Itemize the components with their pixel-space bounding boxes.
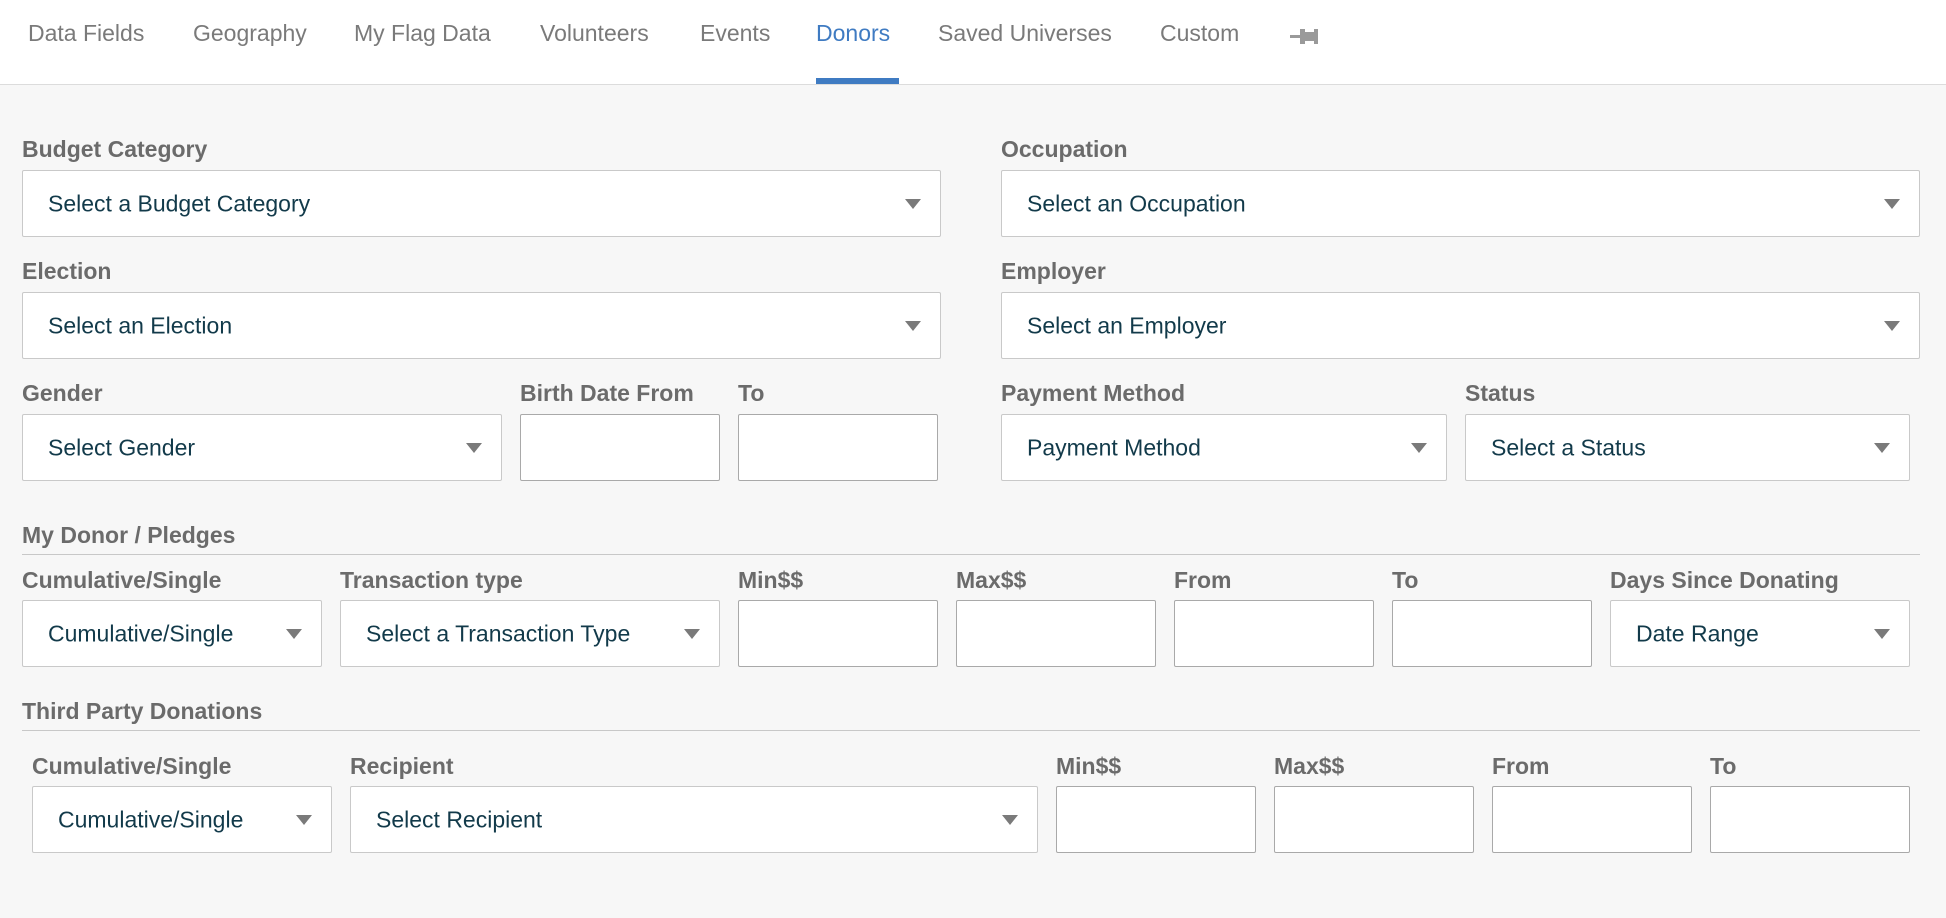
my-donor-from-label: From [1174, 567, 1232, 593]
employer-select[interactable]: Select an Employer [1001, 292, 1920, 359]
my-donor-cumulative-label: Cumulative/Single [22, 567, 222, 593]
election-select[interactable]: Select an Election [22, 292, 941, 359]
section-divider [22, 554, 1920, 555]
employer-value: Select an Employer [1027, 312, 1227, 338]
occupation-value: Select an Occupation [1027, 190, 1246, 216]
payment-method-select[interactable]: Payment Method [1001, 414, 1447, 481]
section-divider [22, 730, 1920, 731]
my-donor-max-label: Max$$ [956, 567, 1027, 593]
election-value: Select an Election [48, 312, 233, 338]
third-party-to-label: To [1710, 753, 1737, 779]
chevron-down-icon [905, 198, 921, 209]
election-label: Election [22, 258, 112, 284]
tab-my-flag-data[interactable]: My Flag Data [354, 20, 491, 47]
payment-method-label: Payment Method [1001, 380, 1186, 406]
days-since-label: Days Since Donating [1610, 567, 1839, 593]
chevron-down-icon [684, 628, 700, 639]
third-party-from-label: From [1492, 753, 1550, 779]
employer-label: Employer [1001, 258, 1106, 284]
status-value: Select a Status [1491, 434, 1646, 460]
chevron-down-icon [1884, 320, 1900, 331]
my-donor-from-input[interactable] [1174, 600, 1374, 667]
tab-events[interactable]: Events [700, 20, 770, 47]
chevron-down-icon [296, 814, 312, 825]
tab-bar: Data Fields Geography My Flag Data Volun… [0, 0, 1946, 85]
tab-geography[interactable]: Geography [193, 20, 307, 47]
chevron-down-icon [1874, 628, 1890, 639]
my-donor-min-input[interactable] [738, 600, 938, 667]
chevron-down-icon [905, 320, 921, 331]
tab-data-fields[interactable]: Data Fields [28, 20, 144, 47]
tab-donors[interactable]: Donors [816, 20, 890, 47]
recipient-value: Select Recipient [376, 806, 543, 832]
gender-label: Gender [22, 380, 103, 406]
chevron-down-icon [1411, 442, 1427, 453]
birth-date-to-input[interactable] [738, 414, 938, 481]
chevron-down-icon [1002, 814, 1018, 825]
transaction-type-label: Transaction type [340, 567, 523, 593]
recipient-label: Recipient [350, 753, 454, 779]
third-party-cumulative-label: Cumulative/Single [32, 753, 232, 779]
chevron-down-icon [466, 442, 482, 453]
my-donor-to-input[interactable] [1392, 600, 1592, 667]
third-party-cumulative-value: Cumulative/Single [58, 806, 244, 832]
active-tab-indicator [816, 78, 899, 84]
third-party-min-label: Min$$ [1056, 753, 1122, 779]
tab-custom[interactable]: Custom [1160, 20, 1239, 47]
status-select[interactable]: Select a Status [1465, 414, 1910, 481]
my-donor-section-title: My Donor / Pledges [22, 522, 236, 548]
chevron-down-icon [1874, 442, 1890, 453]
transaction-type-select[interactable]: Select a Transaction Type [340, 600, 720, 667]
payment-method-value: Payment Method [1027, 434, 1201, 460]
my-donor-to-label: To [1392, 567, 1419, 593]
days-since-select[interactable]: Date Range [1610, 600, 1910, 667]
third-party-max-input[interactable] [1274, 786, 1474, 853]
transaction-type-value: Select a Transaction Type [366, 620, 631, 646]
third-party-to-input[interactable] [1710, 786, 1910, 853]
gender-value: Select Gender [48, 434, 196, 460]
third-party-cumulative-select[interactable]: Cumulative/Single [32, 786, 332, 853]
chevron-down-icon [1884, 198, 1900, 209]
my-donor-cumulative-value: Cumulative/Single [48, 620, 234, 646]
budget-category-select[interactable]: Select a Budget Category [22, 170, 941, 237]
third-party-max-label: Max$$ [1274, 753, 1345, 779]
tab-volunteers[interactable]: Volunteers [540, 20, 649, 47]
third-party-min-input[interactable] [1056, 786, 1256, 853]
recipient-select[interactable]: Select Recipient [350, 786, 1038, 853]
my-donor-min-label: Min$$ [738, 567, 804, 593]
occupation-select[interactable]: Select an Occupation [1001, 170, 1920, 237]
chevron-down-icon [286, 628, 302, 639]
birth-date-from-input[interactable] [520, 414, 720, 481]
third-party-from-input[interactable] [1492, 786, 1692, 853]
tab-saved-universes[interactable]: Saved Universes [938, 20, 1112, 47]
my-donor-cumulative-select[interactable]: Cumulative/Single [22, 600, 322, 667]
birth-date-to-label: To [738, 380, 765, 406]
gender-select[interactable]: Select Gender [22, 414, 502, 481]
birth-date-from-label: Birth Date From [520, 380, 694, 406]
budget-category-value: Select a Budget Category [48, 190, 311, 216]
occupation-label: Occupation [1001, 136, 1128, 162]
budget-category-label: Budget Category [22, 136, 208, 162]
days-since-value: Date Range [1636, 620, 1759, 646]
my-donor-max-input[interactable] [956, 600, 1156, 667]
third-party-section-title: Third Party Donations [22, 698, 263, 724]
status-label: Status [1465, 380, 1536, 406]
pin-icon[interactable] [1288, 24, 1320, 48]
